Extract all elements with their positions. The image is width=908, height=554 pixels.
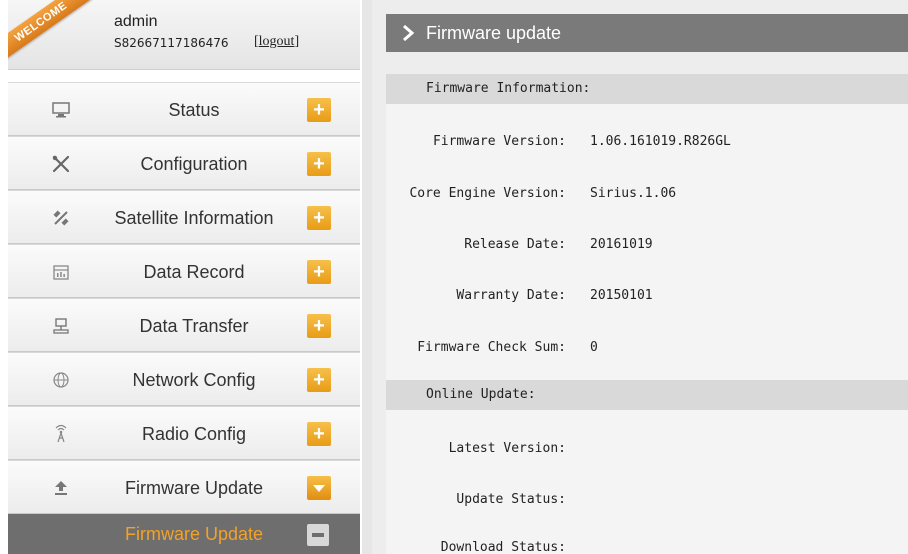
- info-row: Update Status:: [386, 492, 908, 512]
- info-row: Warranty Date: 20150101: [386, 288, 908, 308]
- page-title: Firmware update: [426, 23, 562, 43]
- sidebar-item-label: Firmware Update: [124, 478, 264, 498]
- tools-icon: [50, 153, 72, 175]
- expand-plus-icon[interactable]: +: [307, 152, 331, 176]
- expand-plus-icon[interactable]: +: [307, 314, 331, 338]
- info-key: Latest Version:: [448, 441, 566, 456]
- upload-icon: [50, 477, 72, 499]
- info-key: Core Engine Version:: [409, 186, 566, 201]
- expand-plus-icon[interactable]: +: [307, 260, 331, 284]
- info-key: Release Date:: [464, 237, 566, 252]
- info-key: Download Status:: [440, 540, 566, 554]
- antenna-icon: [50, 423, 72, 445]
- section-firmware-information: Firmware Information:: [386, 74, 908, 104]
- info-key: Firmware Check Sum:: [417, 340, 566, 355]
- chevron-right-icon: [398, 23, 418, 43]
- sidebar-item-data-transfer[interactable]: Data Transfer +: [8, 298, 360, 352]
- firmware-panel: Firmware Information: Firmware Version: …: [386, 74, 908, 554]
- sidebar-item-label: Satellite Information: [114, 208, 274, 228]
- sidebar-subitem-label: Firmware Update: [124, 524, 264, 544]
- sidebar-item-data-record[interactable]: Data Record +: [8, 244, 360, 298]
- info-key: Warranty Date:: [456, 288, 566, 303]
- user-info-box: WELCOME admin S82667117186476 [logout]: [8, 0, 360, 70]
- page-header: Firmware update: [386, 14, 908, 52]
- info-value: 20161019: [590, 237, 653, 252]
- sidebar-divider: [362, 0, 372, 554]
- monitor-icon: [50, 99, 72, 121]
- info-value: 0: [590, 340, 598, 355]
- info-key: Firmware Version:: [432, 134, 566, 149]
- info-value: 20150101: [590, 288, 653, 303]
- sidebar-item-label: Data Record: [143, 262, 245, 282]
- sidebar-item-label: Configuration: [140, 154, 248, 174]
- sidebar-item-label: Radio Config: [141, 424, 247, 444]
- info-value: Sirius.1.06: [590, 186, 677, 201]
- expand-plus-icon[interactable]: +: [307, 206, 331, 230]
- sidebar-item-firmware-update[interactable]: Firmware Update: [8, 460, 360, 514]
- sidebar-item-label: Data Transfer: [139, 316, 249, 336]
- serial-number: S82667117186476: [114, 36, 229, 50]
- main-content: Firmware update Firmware Information: Fi…: [372, 0, 908, 554]
- info-row: Core Engine Version: Sirius.1.06: [386, 186, 908, 206]
- satellite-icon: [50, 207, 72, 229]
- username: admin: [114, 13, 158, 30]
- welcome-ribbon: WELCOME: [8, 0, 92, 62]
- expand-plus-icon[interactable]: +: [307, 368, 331, 392]
- info-row: Firmware Check Sum: 0: [386, 340, 908, 360]
- sidebar-subitem-firmware-update[interactable]: Firmware Update: [8, 514, 360, 554]
- info-row: Latest Version:: [386, 441, 908, 461]
- expand-plus-icon[interactable]: +: [307, 98, 331, 122]
- info-row: Release Date: 20161019: [386, 237, 908, 257]
- sidebar: WELCOME admin S82667117186476 [logout] S…: [0, 0, 362, 554]
- sidebar-item-satellite-information[interactable]: Satellite Information +: [8, 190, 360, 244]
- expand-chevron-down-icon[interactable]: [307, 476, 331, 500]
- calendar-icon: [50, 261, 72, 283]
- sidebar-item-status[interactable]: Status +: [8, 82, 360, 136]
- info-value: 1.06.161019.R826GL: [590, 134, 731, 149]
- sidebar-item-configuration[interactable]: Configuration +: [8, 136, 360, 190]
- sidebar-item-network-config[interactable]: Network Config +: [8, 352, 360, 406]
- collapse-minus-icon[interactable]: [307, 524, 329, 546]
- network-transfer-icon: [50, 315, 72, 337]
- globe-icon: [50, 369, 72, 391]
- section-online-update: Online Update:: [386, 380, 908, 410]
- logout-link[interactable]: [logout]: [254, 34, 299, 50]
- sidebar-nav: Status + Configuration + Satellite Infor…: [8, 82, 360, 514]
- sidebar-item-label: Status: [168, 100, 220, 120]
- info-key: Update Status:: [456, 492, 566, 507]
- info-row: Firmware Version: 1.06.161019.R826GL: [386, 134, 908, 154]
- expand-plus-icon[interactable]: +: [307, 422, 331, 446]
- sidebar-item-radio-config[interactable]: Radio Config +: [8, 406, 360, 460]
- sidebar-item-label: Network Config: [132, 370, 256, 390]
- info-row: Download Status:: [386, 540, 908, 554]
